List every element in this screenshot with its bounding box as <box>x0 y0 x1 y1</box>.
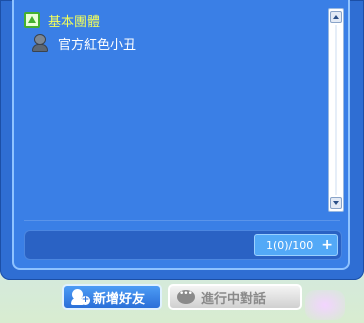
friend-list: 基本團體 官方紅色小丑 <box>24 6 324 206</box>
active-chat-button[interactable]: 進行中對話 <box>168 284 302 310</box>
list-item[interactable]: 官方紅色小丑 <box>32 33 136 53</box>
scroll-down-arrow-icon[interactable] <box>330 197 342 209</box>
friends-window: 基本團體 官方紅色小丑 1(0)/100 + <box>0 0 364 280</box>
friend-count-bar: 1(0)/100 + <box>24 230 342 260</box>
chat-bubble-icon <box>177 289 195 304</box>
active-chat-label: 進行中對話 <box>201 291 267 307</box>
group-row[interactable]: 基本團體 <box>24 10 100 30</box>
background-decoration <box>305 290 345 320</box>
group-name: 基本團體 <box>48 14 101 30</box>
add-friend-label: 新增好友 <box>93 291 146 307</box>
scrollbar[interactable] <box>328 8 344 212</box>
friend-name: 官方紅色小丑 <box>58 37 137 53</box>
scroll-track[interactable] <box>335 25 337 195</box>
friend-count-text: 1(0)/100 <box>265 238 314 252</box>
friend-list-panel: 基本團體 官方紅色小丑 1(0)/100 + <box>12 0 350 270</box>
user-offline-icon <box>32 34 48 52</box>
add-user-icon: + <box>71 288 90 306</box>
plus-icon[interactable]: + <box>321 238 333 252</box>
friend-count-badge[interactable]: 1(0)/100 + <box>254 234 338 256</box>
add-friend-button[interactable]: + 新增好友 <box>62 284 162 310</box>
scroll-up-arrow-icon[interactable] <box>330 11 342 23</box>
divider <box>24 220 340 221</box>
collapse-triangle-icon[interactable] <box>24 12 40 28</box>
